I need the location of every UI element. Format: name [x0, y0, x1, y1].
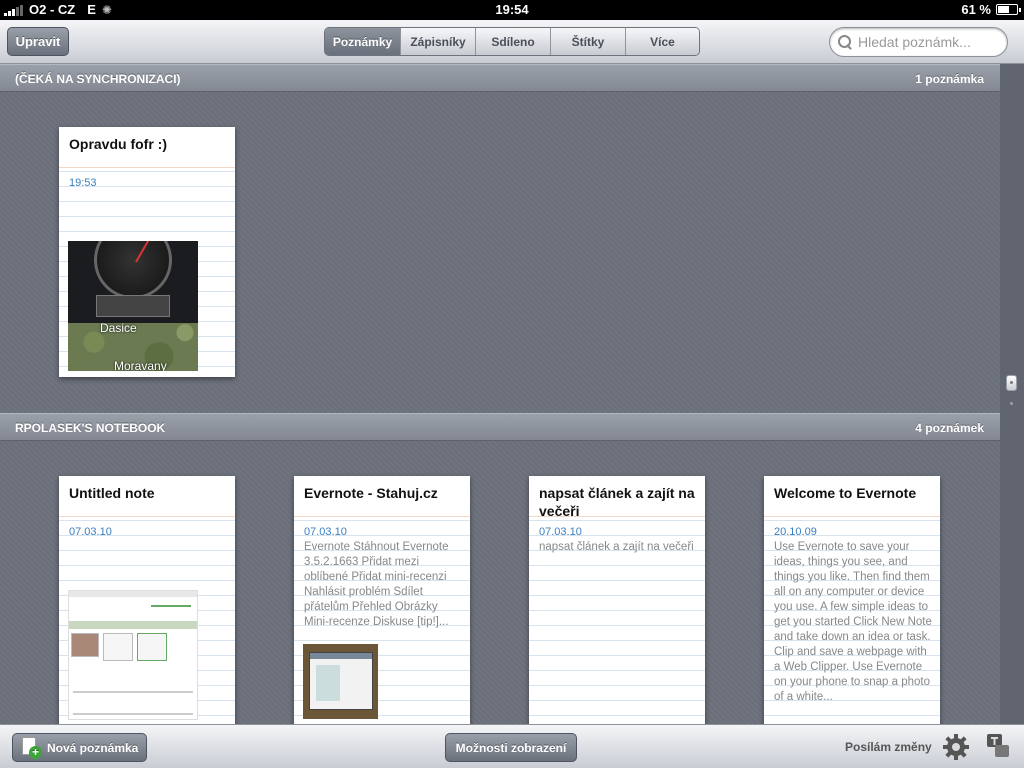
new-note-icon: +: [21, 736, 42, 759]
new-note-button[interactable]: + Nová poznámka: [12, 733, 147, 762]
search-icon: [838, 35, 852, 49]
note-title: Welcome to Evernote: [774, 485, 917, 501]
view-tabs: Poznámky Zápisníky Sdíleno Štítky Více: [324, 27, 700, 56]
map-label: Moravany: [114, 359, 167, 371]
tab-notes[interactable]: Poznámky: [325, 28, 400, 55]
note-title: Evernote - Stahuj.cz: [304, 485, 438, 501]
note-title: Opravdu fofr :): [69, 136, 167, 152]
section-title: (ČEKÁ NA SYNCHRONIZACI): [15, 72, 181, 86]
scrollbar-thumb[interactable]: [1006, 375, 1017, 391]
note-snippet: Evernote Stáhnout Evernote 3.5.2.1663 Př…: [304, 541, 449, 628]
tab-shared[interactable]: Sdíleno: [475, 28, 550, 55]
section-header-pending-sync: (ČEKÁ NA SYNCHRONIZACI) 1 poznámka: [0, 64, 1000, 92]
note-thumbnail-image: [303, 644, 378, 719]
top-toolbar: Upravit Poznámky Zápisníky Sdíleno Štítk…: [0, 20, 1024, 64]
tab-tags[interactable]: Štítky: [550, 28, 625, 55]
note-thumbnail-image: Dasice Moravany: [68, 241, 198, 371]
note-date: 07.03.10: [304, 526, 347, 538]
section-header-notebook: RPOLASEK'S NOTEBOOK 4 poznámek: [0, 413, 1000, 441]
note-title: napsat článek a zajít na večeři: [539, 485, 695, 519]
note-card[interactable]: Evernote - Stahuj.cz 07.03.10 Evernote S…: [294, 476, 470, 724]
note-date: 19:53: [69, 177, 97, 189]
new-note-label: Nová poznámka: [47, 740, 139, 755]
note-thumbnail-image: [68, 590, 198, 720]
search-input[interactable]: [858, 34, 998, 50]
note-snippet: napsat článek a zajít na večeři: [539, 541, 694, 553]
sync-status: Posílám změny: [845, 740, 932, 754]
scrollbar-track[interactable]: [1000, 64, 1024, 724]
battery-percent: 61 %: [961, 2, 991, 17]
note-title: Untitled note: [69, 485, 155, 501]
status-bar: O2 - CZ E ✺ 19:54 61 %: [0, 0, 1024, 20]
tab-more[interactable]: Více: [625, 28, 699, 55]
bottom-toolbar: + Nová poznámka Možnosti zobrazení Posíl…: [0, 724, 1024, 768]
page-indicator-dot: [1010, 402, 1013, 405]
tab-notebooks[interactable]: Zápisníky: [400, 28, 475, 55]
clock: 19:54: [495, 2, 529, 17]
search-box[interactable]: [829, 27, 1008, 57]
battery-icon: [996, 4, 1021, 15]
note-card[interactable]: Untitled note 07.03.10: [59, 476, 235, 724]
note-card[interactable]: napsat článek a zajít na večeři 07.03.10…: [529, 476, 705, 724]
section-title: RPOLASEK'S NOTEBOOK: [15, 421, 166, 435]
edit-button[interactable]: Upravit: [7, 27, 69, 56]
note-date: 20.10.09: [774, 526, 817, 538]
note-snippet: Use Evernote to save your ideas, things …: [774, 541, 932, 703]
note-date: 07.03.10: [539, 526, 582, 538]
notes-list[interactable]: (ČEKÁ NA SYNCHRONIZACI) 1 poznámka Oprav…: [0, 64, 1000, 724]
user-icon[interactable]: [986, 733, 1010, 759]
note-date: 07.03.10: [69, 526, 112, 538]
note-card[interactable]: Opravdu fofr :) 19:53 Dasice Moravany: [59, 127, 235, 377]
note-card[interactable]: Welcome to Evernote 20.10.09 Use Evernot…: [764, 476, 940, 724]
section-count: 1 poznámka: [915, 72, 984, 86]
gear-icon[interactable]: [942, 733, 970, 761]
section-count: 4 poznámek: [915, 421, 984, 435]
display-options-button[interactable]: Možnosti zobrazení: [445, 733, 577, 762]
map-label: Dasice: [100, 321, 137, 335]
